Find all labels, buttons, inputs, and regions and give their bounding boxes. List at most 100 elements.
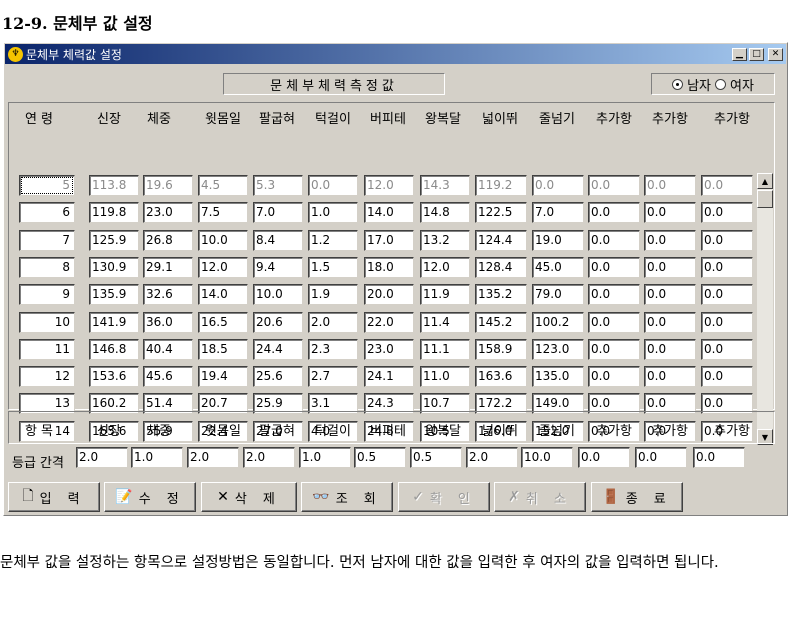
value-cell[interactable]: 20.6 — [253, 311, 303, 333]
value-cell[interactable]: 14.8 — [420, 202, 470, 224]
value-cell[interactable]: 9.4 — [253, 256, 303, 278]
value-cell[interactable]: 13.2 — [420, 229, 470, 251]
grade-interval-input[interactable]: 0.5 — [410, 447, 462, 468]
value-cell[interactable]: 45.0 — [532, 256, 584, 278]
value-cell[interactable]: 0.0 — [701, 338, 753, 360]
value-cell[interactable]: 163.6 — [475, 366, 527, 388]
check-button[interactable]: ✓ 확 인 — [398, 482, 490, 512]
scroll-up-button[interactable]: ▲ — [757, 173, 773, 189]
value-cell[interactable]: 20.0 — [364, 284, 414, 306]
value-cell[interactable]: 16.5 — [198, 311, 248, 333]
column-header[interactable]: 턱걸이 — [303, 108, 363, 127]
value-cell[interactable]: 7.0 — [253, 202, 303, 224]
grade-interval-input[interactable]: 0.0 — [693, 447, 745, 468]
value-cell[interactable]: 23.0 — [143, 202, 193, 224]
value-cell[interactable]: 0.0 — [701, 202, 753, 224]
column-header[interactable]: 팔굽혀 — [247, 108, 307, 127]
value-cell[interactable]: 26.8 — [143, 229, 193, 251]
value-cell[interactable]: 0.0 — [644, 229, 696, 251]
value-cell[interactable]: 22.0 — [364, 311, 414, 333]
value-cell[interactable]: 2.3 — [308, 338, 358, 360]
age-cell[interactable]: 7 — [19, 229, 75, 251]
value-cell[interactable]: 29.1 — [143, 256, 193, 278]
binoculars-button[interactable]: 👓 조 회 — [301, 482, 393, 512]
value-cell[interactable]: 0.0 — [701, 175, 753, 196]
value-cell[interactable]: 128.4 — [475, 256, 527, 278]
value-cell[interactable]: 8.4 — [253, 229, 303, 251]
value-cell[interactable]: 141.9 — [89, 311, 139, 333]
value-cell[interactable]: 135.2 — [475, 284, 527, 306]
value-cell[interactable]: 18.5 — [198, 338, 248, 360]
value-cell[interactable]: 0.0 — [588, 338, 640, 360]
value-cell[interactable]: 32.6 — [143, 284, 193, 306]
value-cell[interactable]: 11.0 — [420, 366, 470, 388]
value-cell[interactable]: 5.3 — [253, 175, 303, 196]
grade-interval-input[interactable]: 1.0 — [299, 447, 351, 468]
value-cell[interactable]: 12.0 — [364, 175, 414, 196]
value-cell[interactable]: 11.1 — [420, 338, 470, 360]
value-cell[interactable]: 158.9 — [475, 338, 527, 360]
value-cell[interactable]: 130.9 — [89, 256, 139, 278]
maximize-button[interactable]: □ — [749, 47, 764, 61]
title-bar[interactable]: ♆ 문체부 체력값 설정 ▁ □ ✕ — [5, 44, 786, 64]
value-cell[interactable]: 79.0 — [532, 284, 584, 306]
age-cell[interactable]: 6 — [19, 202, 75, 224]
value-cell[interactable]: 17.0 — [364, 229, 414, 251]
scroll-thumb[interactable] — [757, 190, 773, 208]
value-cell[interactable]: 10.0 — [198, 229, 248, 251]
value-cell[interactable]: 145.2 — [475, 311, 527, 333]
age-cell[interactable]: 10 — [19, 311, 75, 333]
value-cell[interactable]: 124.4 — [475, 229, 527, 251]
value-cell[interactable]: 19.6 — [143, 175, 193, 196]
column-header[interactable]: 체중 — [129, 108, 189, 127]
column-header[interactable]: 줄넘기 — [527, 108, 587, 127]
document-button[interactable]: 🗋 입 력 — [8, 482, 100, 512]
delete-button[interactable]: ✕ 삭 제 — [201, 482, 297, 512]
value-cell[interactable]: 14.0 — [364, 202, 414, 224]
value-cell[interactable]: 119.2 — [475, 175, 527, 196]
edit-button[interactable]: 📝 수 정 — [104, 482, 196, 512]
value-cell[interactable]: 119.8 — [89, 202, 139, 224]
value-cell[interactable]: 0.0 — [588, 229, 640, 251]
close-button[interactable]: ✕ — [768, 47, 783, 61]
column-header[interactable]: 버피테 — [358, 108, 418, 127]
value-cell[interactable]: 135.9 — [89, 284, 139, 306]
table-row[interactable]: 10 141.9 36.0 16.5 20.6 2.0 22.0 11.4 145.2 100.2… — [9, 310, 774, 337]
value-cell[interactable]: 135.0 — [532, 366, 584, 388]
value-cell[interactable]: 0.0 — [644, 366, 696, 388]
value-cell[interactable]: 0.0 — [588, 256, 640, 278]
vertical-scrollbar[interactable]: ▲ ▼ — [757, 173, 773, 445]
value-cell[interactable]: 12.0 — [420, 256, 470, 278]
value-cell[interactable]: 1.2 — [308, 229, 358, 251]
value-cell[interactable]: 125.9 — [89, 229, 139, 251]
value-cell[interactable]: 123.0 — [532, 338, 584, 360]
table-row[interactable]: 11 146.8 40.4 18.5 24.4 2.3 23.0 11.1 158.9 123.0… — [9, 337, 774, 364]
value-cell[interactable]: 0.0 — [588, 311, 640, 333]
value-cell[interactable]: 100.2 — [532, 311, 584, 333]
value-cell[interactable]: 25.6 — [253, 366, 303, 388]
age-cell[interactable]: 12 — [19, 366, 75, 388]
value-cell[interactable]: 0.0 — [644, 202, 696, 224]
column-header[interactable]: 추가항 — [584, 108, 644, 127]
grade-interval-input[interactable]: 2.0 — [243, 447, 295, 468]
grade-interval-input[interactable]: 2.0 — [187, 447, 239, 468]
column-header[interactable]: 추가항 — [702, 108, 762, 127]
column-header[interactable]: 왕복달 — [413, 108, 473, 127]
value-cell[interactable]: 0.0 — [588, 284, 640, 306]
column-header[interactable]: 넓이뛰 — [470, 108, 530, 127]
value-cell[interactable]: 2.0 — [308, 311, 358, 333]
value-cell[interactable]: 0.0 — [701, 366, 753, 388]
value-cell[interactable]: 153.6 — [89, 366, 139, 388]
grade-interval-input[interactable]: 2.0 — [466, 447, 518, 468]
value-cell[interactable]: 14.0 — [198, 284, 248, 306]
value-cell[interactable]: 12.0 — [198, 256, 248, 278]
grade-interval-input[interactable]: 0.0 — [578, 447, 630, 468]
value-cell[interactable]: 0.0 — [588, 366, 640, 388]
grade-interval-input[interactable]: 0.0 — [635, 447, 687, 468]
value-cell[interactable]: 146.8 — [89, 338, 139, 360]
table-row[interactable]: 7 125.9 26.8 10.0 8.4 1.2 17.0 13.2 124.4 19.0 0.0… — [9, 228, 774, 255]
value-cell[interactable]: 24.4 — [253, 338, 303, 360]
value-cell[interactable]: 19.0 — [532, 229, 584, 251]
value-cell[interactable]: 0.0 — [644, 256, 696, 278]
female-radio[interactable] — [715, 78, 726, 90]
